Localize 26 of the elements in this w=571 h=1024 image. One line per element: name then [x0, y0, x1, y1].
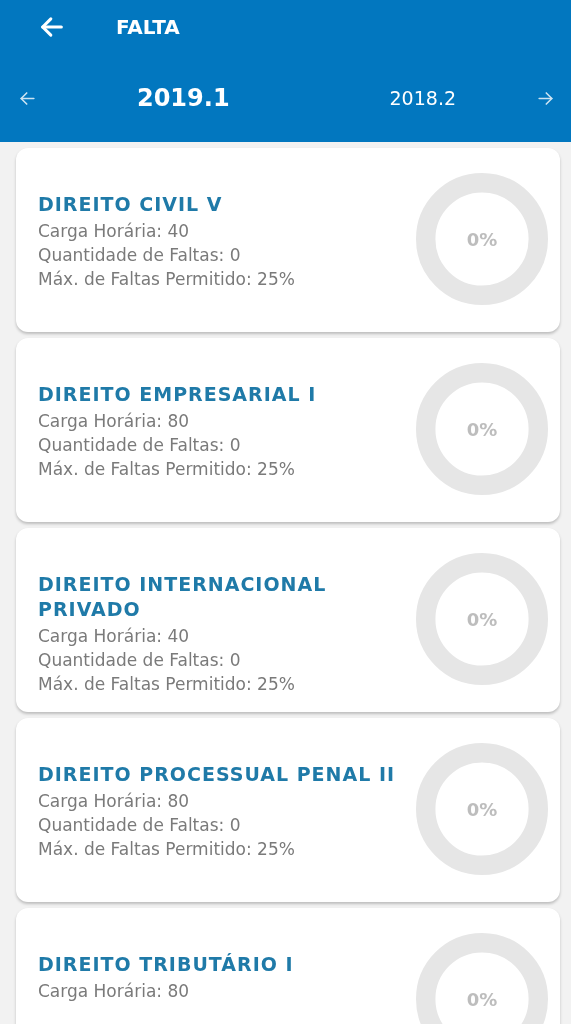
course-detail: Máx. de Faltas Permitido: 25%	[38, 268, 296, 291]
percent-label: 0%	[466, 608, 498, 630]
period-tab[interactable]: 2019.1	[136, 84, 230, 113]
course-name: DIREITO EMPRESARIAL I	[38, 382, 318, 407]
course-detail: Quantidade de Faltas: 0	[38, 649, 242, 672]
course-detail: Máx. de Faltas Permitido: 25%	[38, 838, 296, 861]
course-detail: Carga Horária: 80	[38, 980, 191, 1003]
course-detail: Quantidade de Faltas: 0	[38, 244, 242, 267]
period-tab[interactable]: 2018.2	[389, 84, 456, 113]
page-title: FALTA	[116, 15, 180, 40]
course-detail: Máx. de Faltas Permitido: 25%	[38, 673, 296, 696]
course-name: DIREITO CIVIL V	[38, 192, 224, 217]
course-detail: Carga Horária: 40	[38, 220, 191, 243]
course-detail: Carga Horária: 80	[38, 790, 191, 813]
percent-label: 0%	[466, 418, 498, 440]
course-detail: Quantidade de Faltas: 0	[38, 434, 242, 457]
course-detail: Máx. de Faltas Permitido: 25%	[38, 458, 296, 481]
percent-label: 0%	[466, 228, 498, 250]
course-detail: Quantidade de Faltas: 0	[38, 814, 242, 837]
course-name: DIREITO TRIBUTÁRIO I	[38, 952, 295, 977]
percent-label: 0%	[466, 988, 498, 1010]
course-name: DIREITO PROCESSUAL PENAL II	[38, 762, 397, 787]
course-detail: Carga Horária: 40	[38, 625, 191, 648]
course-name: DIREITO INTERNACIONAL PRIVADO	[38, 572, 328, 622]
course-detail: Carga Horária: 80	[38, 410, 191, 433]
percent-label: 0%	[466, 798, 498, 820]
